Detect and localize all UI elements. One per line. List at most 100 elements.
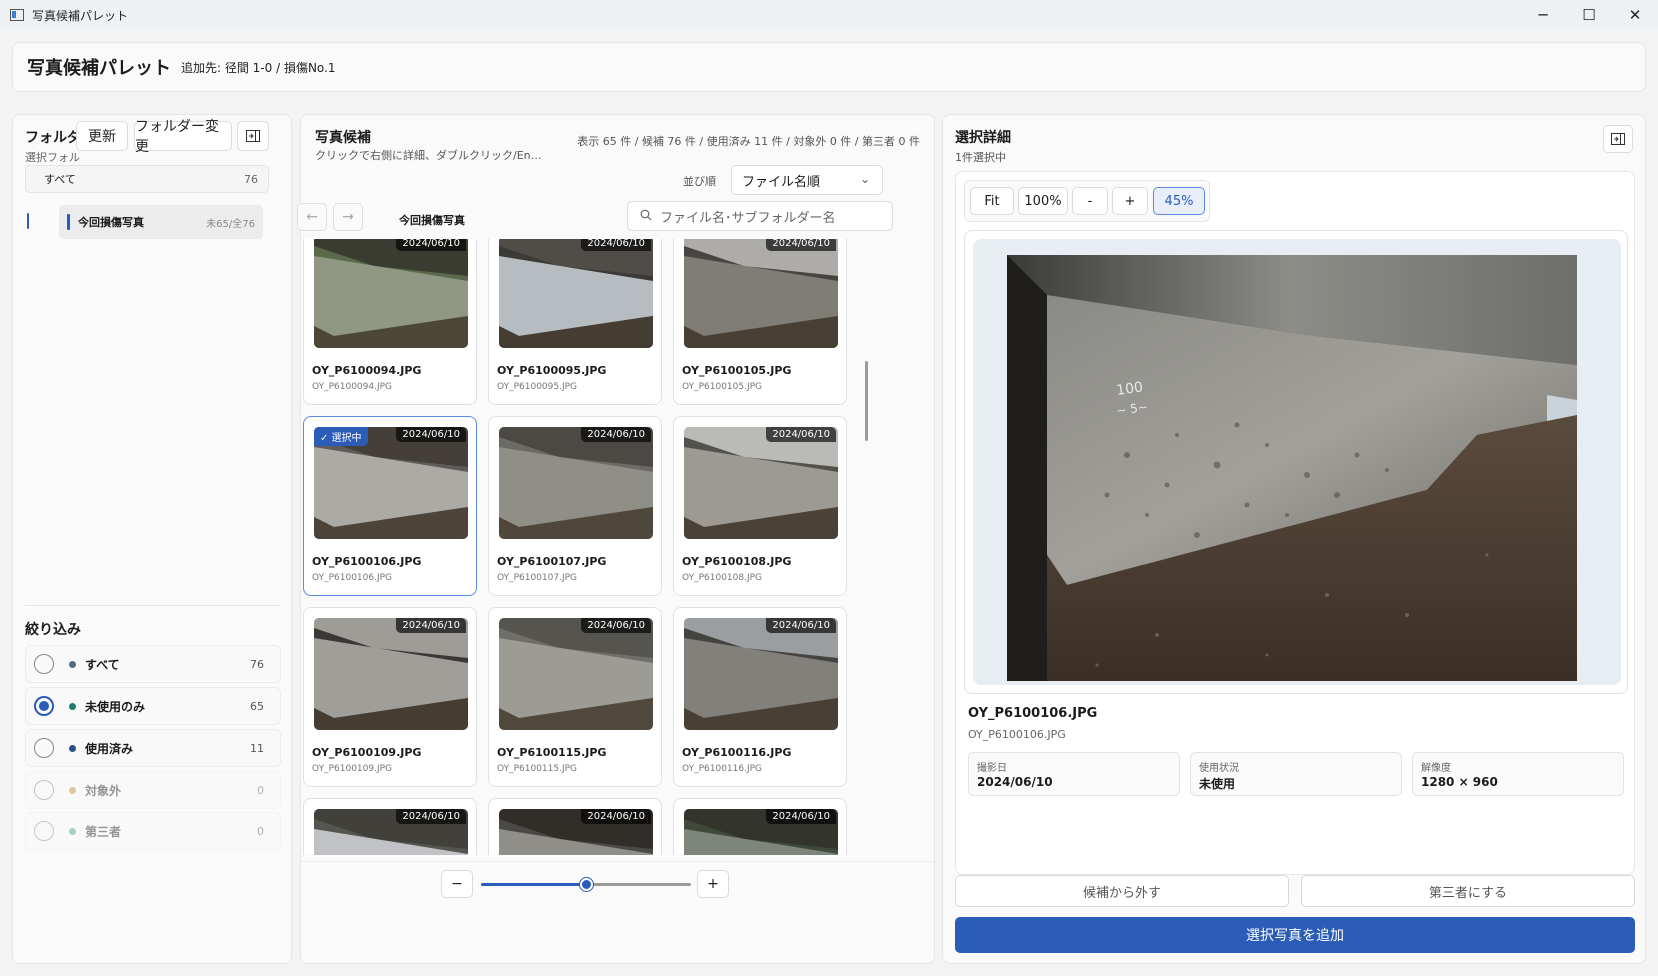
photo-card[interactable]: 2024/06/10 OY_P6100109.JPG OY_P6100109.JPG — [303, 607, 477, 787]
chevron-down-icon: ⌄ — [859, 172, 870, 186]
filter-label: 第三者 — [85, 824, 122, 839]
filter-item[interactable]: 使用済み 11 — [25, 729, 281, 767]
filter-item[interactable]: 未使用のみ 65 — [25, 687, 281, 725]
refresh-button[interactable]: 更新 — [76, 121, 128, 151]
photo-card[interactable]: 2024/06/10 OY_P6100115.JPG OY_P6100115.JPG — [488, 607, 662, 787]
photo-thumbnail — [499, 618, 653, 730]
folder-title: フォルダ — [25, 130, 81, 146]
meta-value: 1280 × 960 — [1421, 775, 1498, 789]
filter-label: すべて — [85, 657, 120, 672]
all-folders-row[interactable]: すべて 76 — [25, 165, 269, 193]
minimize-button[interactable]: ─ — [1520, 0, 1566, 30]
photo-date: 2024/06/10 — [766, 618, 836, 633]
filter-count: 11 — [250, 741, 264, 755]
radio-button[interactable] — [34, 696, 54, 716]
photo-date: 2024/06/10 — [581, 427, 651, 442]
filter-label: 使用済み — [85, 741, 134, 756]
add-selected-photo-button[interactable]: 選択写真を追加 — [955, 917, 1635, 953]
radio-button[interactable] — [34, 654, 54, 674]
filter-count: 0 — [257, 783, 264, 797]
mark-third-party-button[interactable]: 第三者にする — [1301, 875, 1635, 907]
back-button[interactable]: ← — [297, 203, 327, 231]
candidates-panel: 写真候補 クリックで右側に詳細、ダブルクリック/Enterで追... 表示 65… — [297, 114, 936, 964]
thumbnail-size-slider[interactable] — [481, 878, 691, 891]
dock-panel-button[interactable] — [1603, 125, 1633, 153]
page-title: 写真候補パレット — [27, 58, 171, 79]
photo-preview[interactable]: 100 ~ 5~ — [1007, 255, 1577, 681]
radio-button[interactable] — [34, 738, 54, 758]
photo-file-sub: OY_P6100094.JPG — [312, 382, 393, 392]
folder-item-current[interactable]: 今回損傷写真 未65/全76 — [59, 205, 263, 239]
filter-count: 76 — [250, 657, 264, 671]
target-label: 追加先: 径間 1-0 / 損傷No.1 — [181, 60, 336, 75]
photo-file-name: OY_P6100116.JPG — [682, 746, 792, 759]
filter-item: 対象外 0 — [25, 771, 281, 809]
detail-panel: 選択詳細 1件選択中 Fit 100% - + 45% 100 ~ 5~ OY_… — [942, 114, 1646, 964]
photo-card[interactable]: 2024/06/10 OY_P6100116.JPG OY_P6100116.JPG — [673, 607, 847, 787]
filter-item[interactable]: すべて 76 — [25, 645, 281, 683]
candidates-stats: 表示 65 件 / 候補 76 件 / 使用済み 11 件 / 対象外 0 件 … — [577, 135, 920, 148]
photo-card[interactable]: 2024/06/10 OY_P6100105.JPG OY_P6100105.JPG — [673, 239, 847, 405]
all-folders-label: すべて — [44, 173, 76, 186]
thumbnail-zoom-bar: − + — [301, 861, 936, 911]
fit-button[interactable]: Fit — [970, 187, 1014, 215]
meta-label: 撮影日 — [977, 763, 1007, 774]
photo-file-name: OY_P6100109.JPG — [312, 746, 422, 759]
photo-card[interactable]: 2024/06/10 — [303, 798, 477, 855]
candidates-title: 写真候補 — [315, 130, 371, 146]
detail-file-name: OY_P6100106.JPG — [968, 706, 1098, 721]
photo-file-sub: OY_P6100108.JPG — [682, 573, 763, 583]
maximize-button[interactable]: ☐ — [1566, 0, 1612, 30]
photo-date: 2024/06/10 — [581, 239, 651, 251]
grid-scrollbar[interactable] — [865, 361, 868, 441]
header-card: 写真候補パレット 追加先: 径間 1-0 / 損傷No.1 — [12, 42, 1646, 92]
meta-value: 2024/06/10 — [977, 775, 1053, 789]
scroll-indicator — [27, 213, 29, 229]
photo-file-name: OY_P6100106.JPG — [312, 555, 422, 568]
preview-zoom-out-button[interactable]: - — [1072, 187, 1108, 215]
photo-card[interactable]: 2024/06/10 OY_P6100107.JPG OY_P6100107.JPG — [488, 416, 662, 596]
zoom-level-button[interactable]: 45% — [1153, 187, 1205, 215]
meta-shoot-date: 撮影日 2024/06/10 — [968, 752, 1180, 796]
collapse-panel-button[interactable] — [237, 121, 269, 151]
arrow-left-icon: ← — [306, 209, 318, 225]
photo-file-name: OY_P6100105.JPG — [682, 364, 792, 377]
search-input[interactable]: ファイル名･サブフォルダー名 — [627, 201, 893, 231]
photo-thumbnail — [684, 427, 838, 539]
photo-card[interactable]: 2024/06/10 ✓ 選択中 OY_P6100106.JPG OY_P610010… — [303, 416, 477, 596]
zoom-100-button[interactable]: 100% — [1018, 187, 1068, 215]
change-folder-button[interactable]: フォルダー変更 — [134, 119, 232, 155]
slider-knob[interactable] — [580, 878, 593, 891]
detail-title: 選択詳細 — [955, 130, 1011, 146]
photo-date: 2024/06/10 — [396, 809, 466, 824]
meta-resolution: 解像度 1280 × 960 — [1412, 752, 1624, 796]
photo-file-sub: OY_P6100106.JPG — [312, 573, 393, 583]
forward-button[interactable]: → — [333, 203, 363, 231]
photo-card[interactable]: 2024/06/10 OY_P6100094.JPG OY_P6100094.JPG — [303, 239, 477, 405]
photo-file-sub: OY_P6100109.JPG — [312, 764, 393, 774]
all-folders-count: 76 — [244, 172, 258, 186]
sort-select[interactable]: ファイル名順 ⌄ — [731, 165, 883, 195]
photo-date: 2024/06/10 — [396, 618, 466, 633]
photo-thumbnail — [314, 239, 468, 348]
search-placeholder: ファイル名･サブフォルダー名 — [660, 210, 836, 226]
photo-date: 2024/06/10 — [581, 618, 651, 633]
radio-button — [34, 780, 54, 800]
zoom-out-button[interactable]: − — [441, 870, 473, 898]
remove-candidate-button[interactable]: 候補から外す — [955, 875, 1289, 907]
photo-card[interactable]: 2024/06/10 OY_P6100095.JPG OY_P6100095.JPG — [488, 239, 662, 405]
photo-card[interactable]: 2024/06/10 OY_P6100108.JPG OY_P6100108.JPG — [673, 416, 847, 596]
photo-card[interactable]: 2024/06/10 — [673, 798, 847, 855]
preview-zoom-toolbar: Fit 100% - + 45% — [964, 180, 1210, 222]
folder-item-label: 今回損傷写真 — [78, 216, 144, 229]
photo-card[interactable]: 2024/06/10 — [488, 798, 662, 855]
close-button[interactable]: ✕ — [1612, 0, 1658, 30]
preview-zoom-in-button[interactable]: + — [1112, 187, 1148, 215]
sort-value: ファイル名順 — [742, 174, 821, 190]
photo-date: 2024/06/10 — [581, 809, 651, 824]
zoom-in-button[interactable]: + — [697, 870, 729, 898]
meta-value: 未使用 — [1199, 777, 1236, 791]
slider-fill — [481, 883, 586, 886]
photo-file-sub: OY_P6100116.JPG — [682, 764, 763, 774]
meta-label: 使用状況 — [1199, 763, 1239, 774]
